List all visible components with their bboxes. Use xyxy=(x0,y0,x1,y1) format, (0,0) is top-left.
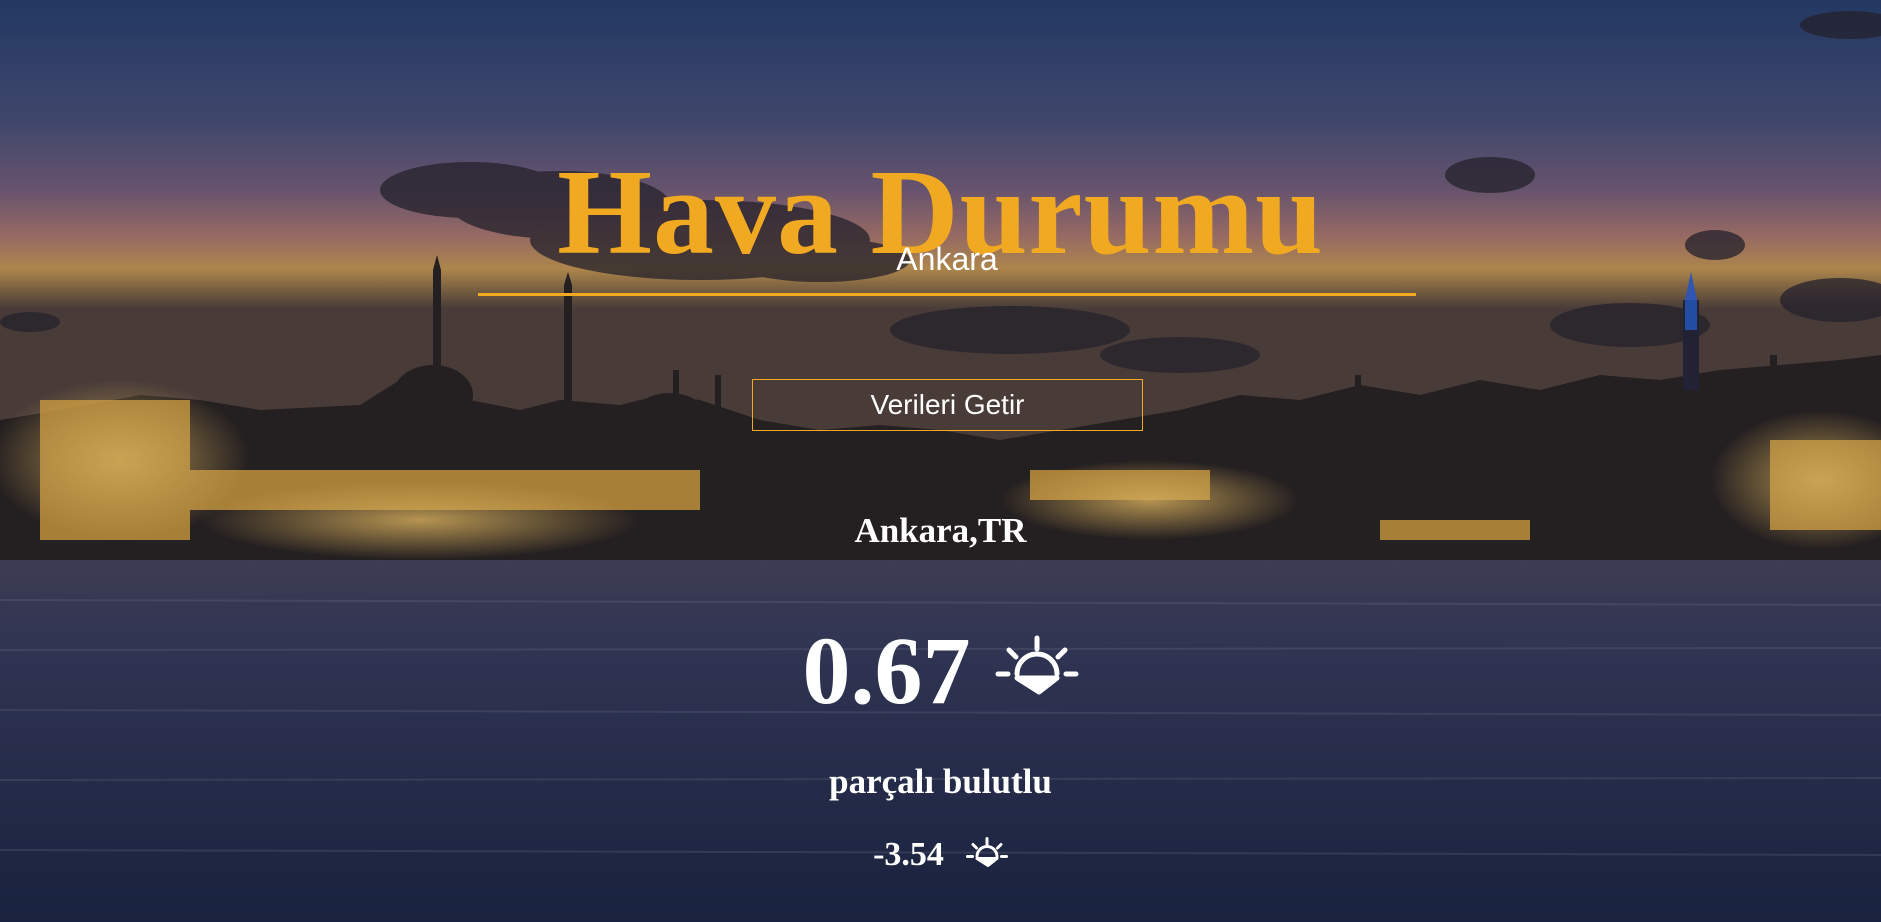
location-label: Ankara,TR xyxy=(854,511,1027,550)
sunrise-icon xyxy=(965,836,1008,874)
temperature-row: 0.67 xyxy=(0,623,1881,719)
weather-app: Hava Durumu Verileri Getir Ankara,TR 0.6… xyxy=(0,0,1881,922)
city-search-input[interactable] xyxy=(478,236,1416,296)
sunrise-icon xyxy=(995,634,1079,708)
feels-like-value: -3.54 xyxy=(873,836,944,873)
temperature-value: 0.67 xyxy=(802,617,971,724)
weather-description: parçalı bulutlu xyxy=(829,762,1052,801)
fetch-data-button[interactable]: Verileri Getir xyxy=(752,379,1143,431)
feels-like-row: -3.54 xyxy=(0,836,1881,874)
